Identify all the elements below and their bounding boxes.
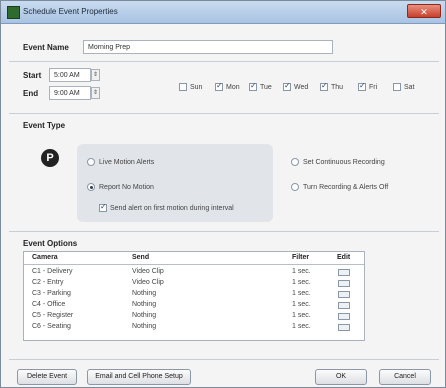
radio-button[interactable] xyxy=(87,158,95,166)
column-header-camera[interactable]: Camera xyxy=(32,254,58,261)
divider xyxy=(9,231,439,232)
checkbox[interactable] xyxy=(283,81,291,91)
table-row[interactable]: C2 - Entry Video Clip 1 sec. xyxy=(24,279,364,289)
cell-filter: 1 sec. xyxy=(292,268,311,275)
day-checkbox-thu[interactable]: Thu xyxy=(320,81,344,91)
checkbox-label: Send alert on first motion during interv… xyxy=(110,204,234,212)
start-time-spinner[interactable]: ⇕ xyxy=(91,69,100,81)
divider xyxy=(9,113,439,114)
cell-send: Video Clip xyxy=(132,279,164,286)
column-header-filter[interactable]: Filter xyxy=(292,254,309,261)
day-checkbox-wed[interactable]: Wed xyxy=(283,81,309,91)
title-bar[interactable]: Schedule Event Properties ✕ xyxy=(1,1,445,24)
column-header-edit[interactable]: Edit xyxy=(337,254,350,261)
cell-camera: C3 - Parking xyxy=(32,290,71,297)
day-label: Sat xyxy=(404,83,415,91)
edit-row-button[interactable] xyxy=(338,302,350,309)
cell-send: Nothing xyxy=(132,290,157,297)
edit-row-button[interactable] xyxy=(338,269,350,276)
cell-camera: C5 - Register xyxy=(32,312,74,319)
cell-send: Video Clip xyxy=(132,268,164,275)
radio-label: Live Motion Alerts xyxy=(99,158,155,166)
cell-camera: C6 - Seating xyxy=(32,323,71,330)
event-name-input[interactable]: Morning Prep xyxy=(83,40,333,54)
radio-button[interactable] xyxy=(291,183,299,191)
checkbox[interactable] xyxy=(320,81,328,91)
table-row[interactable]: C6 - Seating Nothing 1 sec. xyxy=(24,323,364,333)
checkbox-send-alert[interactable]: Send alert on first motion during interv… xyxy=(99,202,234,212)
radio-continuous[interactable]: Set Continuous Recording xyxy=(291,158,385,166)
cell-camera: C4 - Office xyxy=(32,301,66,308)
close-button[interactable]: ✕ xyxy=(407,4,441,18)
cell-send: Nothing xyxy=(132,323,157,330)
edit-row-button[interactable] xyxy=(338,291,350,298)
start-label: Start xyxy=(23,71,42,80)
radio-live-motion[interactable]: Live Motion Alerts xyxy=(87,158,154,166)
event-options-heading: Event Options xyxy=(23,239,78,248)
cell-send: Nothing xyxy=(132,301,157,308)
table-row[interactable]: C3 - Parking Nothing 1 sec. xyxy=(24,290,364,300)
ok-button[interactable]: OK xyxy=(315,369,367,385)
day-checkbox-mon[interactable]: Mon xyxy=(215,81,240,91)
cell-filter: 1 sec. xyxy=(292,301,311,308)
checkbox[interactable] xyxy=(393,83,401,91)
edit-row-button[interactable] xyxy=(338,324,350,331)
day-label: Fri xyxy=(369,83,378,91)
day-checkbox-tue[interactable]: Tue xyxy=(249,81,272,91)
dialog-window: Schedule Event Properties ✕ Event Name M… xyxy=(0,0,446,388)
table-row[interactable]: C1 - Delivery Video Clip 1 sec. xyxy=(24,268,364,278)
email-cell-setup-button[interactable]: Email and Cell Phone Setup xyxy=(87,369,191,385)
cell-filter: 1 sec. xyxy=(292,323,311,330)
day-label: Thu xyxy=(331,83,344,91)
cancel-button[interactable]: Cancel xyxy=(379,369,431,385)
radio-report-no-motion[interactable]: Report No Motion xyxy=(87,183,154,191)
divider xyxy=(9,61,439,62)
app-icon xyxy=(7,6,20,19)
radio-label: Report No Motion xyxy=(99,183,154,191)
day-label: Mon xyxy=(226,83,240,91)
cell-filter: 1 sec. xyxy=(292,290,311,297)
day-checkbox-fri[interactable]: Fri xyxy=(358,81,378,91)
cell-camera: C1 - Delivery xyxy=(32,268,73,275)
cell-send: Nothing xyxy=(132,312,157,319)
column-header-send[interactable]: Send xyxy=(132,254,149,261)
delete-event-button[interactable]: Delete Event xyxy=(17,369,77,385)
cell-filter: 1 sec. xyxy=(292,312,311,319)
end-time-input[interactable]: 9:00 AM xyxy=(49,86,91,100)
edit-row-button[interactable] xyxy=(338,280,350,287)
checkbox[interactable] xyxy=(358,81,366,91)
cell-filter: 1 sec. xyxy=(292,279,311,286)
day-label: Wed xyxy=(294,83,309,91)
header-divider xyxy=(24,264,364,265)
camera-table: Camera Send Filter Edit C1 - Delivery Vid… xyxy=(23,251,365,341)
table-row[interactable]: C4 - Office Nothing 1 sec. xyxy=(24,301,364,311)
radio-turn-off[interactable]: Turn Recording & Alerts Off xyxy=(291,183,388,191)
end-time-spinner[interactable]: ⇕ xyxy=(91,87,100,99)
event-name-label: Event Name xyxy=(23,43,69,52)
checkbox[interactable] xyxy=(179,83,187,91)
checkbox[interactable] xyxy=(249,81,257,91)
edit-row-button[interactable] xyxy=(338,313,350,320)
day-checkbox-sat[interactable]: Sat xyxy=(393,83,415,91)
checkbox[interactable] xyxy=(99,202,107,212)
day-label: Sun xyxy=(190,83,203,91)
radio-label: Turn Recording & Alerts Off xyxy=(303,183,389,191)
checkbox[interactable] xyxy=(215,81,223,91)
event-type-heading: Event Type xyxy=(23,121,66,130)
radio-button[interactable] xyxy=(87,183,95,191)
table-row[interactable]: C5 - Register Nothing 1 sec. xyxy=(24,312,364,322)
day-checkbox-sun[interactable]: Sun xyxy=(179,83,202,91)
radio-button[interactable] xyxy=(291,158,299,166)
end-label: End xyxy=(23,89,39,98)
day-label: Tue xyxy=(260,83,272,91)
start-time-input[interactable]: 5:00 AM xyxy=(49,68,91,82)
radio-label: Set Continuous Recording xyxy=(303,158,385,166)
event-type-p-icon: P xyxy=(41,149,59,167)
cell-camera: C2 - Entry xyxy=(32,279,64,286)
divider xyxy=(9,359,439,360)
window-title: Schedule Event Properties xyxy=(23,7,118,16)
